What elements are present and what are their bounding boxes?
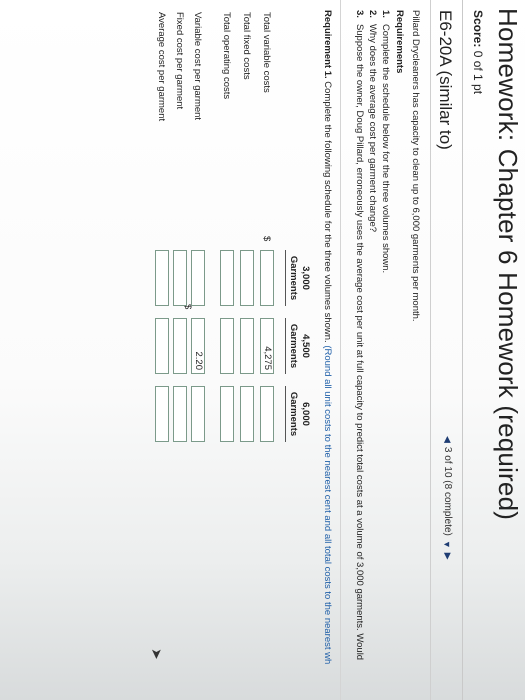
column-amount: 6,000 <box>300 402 311 426</box>
requirement-number: 2. <box>367 10 378 18</box>
input-variable-cost-per-garment-6000[interactable] <box>191 386 205 442</box>
next-question-icon[interactable]: ▶ <box>442 553 453 560</box>
requirement-number: 1. <box>380 10 391 18</box>
score-label: Score: <box>471 10 485 48</box>
requirement-instruction: Requirement 1. Complete the following sc… <box>322 10 333 664</box>
problem-id: E6-20A (similar to) <box>436 10 455 150</box>
rounding-note: (Round all unit costs to the nearest cen… <box>322 345 333 665</box>
input-total-operating-costs-3000[interactable] <box>220 250 234 306</box>
column-header-3000: 3,000 Garments <box>285 250 311 306</box>
input-average-cost-per-garment-4500[interactable] <box>155 318 169 374</box>
input-fixed-cost-per-garment-6000[interactable] <box>173 386 187 442</box>
input-total-fixed-costs-6000[interactable] <box>240 386 254 442</box>
column-header-6000: 6,000 Garments <box>285 386 311 442</box>
currency-symbol: $ <box>261 236 272 242</box>
row-label-total-operating-costs: Total operating costs <box>221 12 232 100</box>
requirement-item: 2. Why does the average cost per garment … <box>366 10 379 660</box>
input-total-fixed-costs-4500[interactable] <box>240 318 254 374</box>
input-total-variable-costs-4500[interactable]: 4,275 <box>260 318 274 374</box>
column-amount: 3,000 <box>300 266 311 290</box>
input-average-cost-per-garment-3000[interactable] <box>155 250 169 306</box>
divider <box>340 0 341 700</box>
score-display: Score: 0 of 1 pt <box>471 10 485 94</box>
question-intro: Pillard Drycleaners has capacity to clea… <box>410 10 421 322</box>
score-value: 0 of 1 pt <box>471 50 485 95</box>
row-label-total-variable-costs: Total variable costs <box>261 12 272 93</box>
input-fixed-cost-per-garment-3000[interactable] <box>173 250 187 306</box>
homework-screen: Homework: Chapter 6 Homework (required) … <box>0 0 525 700</box>
requirement-text: Complete the schedule below for the thre… <box>380 23 391 274</box>
input-total-operating-costs-4500[interactable] <box>220 318 234 374</box>
instruction-text: Complete the following schedule for the … <box>322 78 333 346</box>
column-header-4500: 4,500 Garments <box>285 318 311 374</box>
requirements-heading: Requirements <box>394 10 405 74</box>
column-amount: 4,500 <box>300 334 311 358</box>
input-total-variable-costs-6000[interactable] <box>260 386 274 442</box>
requirement-number: 3. <box>354 10 365 18</box>
instruction-heading: Requirement 1. <box>322 10 333 79</box>
row-label-average-cost-per-garment: Average cost per garment <box>156 12 167 122</box>
question-dropdown-icon[interactable]: ▼ <box>443 540 453 549</box>
divider <box>430 0 431 700</box>
page-title: Homework: Chapter 6 Homework (required) <box>493 8 523 521</box>
question-navigator: ◀ 3 of 10 (8 complete) ▼ ▶ <box>442 436 453 560</box>
question-position[interactable]: 3 of 10 (8 complete) <box>442 447 453 536</box>
requirement-item: 3. Suppose the owner, Doug Pillard, erron… <box>353 10 366 660</box>
input-total-operating-costs-6000[interactable] <box>220 386 234 442</box>
mouse-pointer-icon: ➤ <box>149 648 165 660</box>
input-variable-cost-per-garment-4500[interactable]: 2.20 <box>191 318 205 374</box>
input-fixed-cost-per-garment-4500[interactable] <box>173 318 187 374</box>
input-variable-cost-per-garment-3000[interactable] <box>191 250 205 306</box>
input-total-variable-costs-3000[interactable] <box>260 250 274 306</box>
requirement-text: Why does the average cost per garment ch… <box>367 23 378 233</box>
requirements-list: 1. Complete the schedule below for the th… <box>353 10 392 660</box>
divider <box>462 0 463 700</box>
column-label: Garments <box>285 386 299 442</box>
requirement-item: 1. Complete the schedule below for the th… <box>379 10 392 660</box>
row-label-variable-cost-per-garment: Variable cost per garment <box>192 12 203 121</box>
input-average-cost-per-garment-6000[interactable] <box>155 386 169 442</box>
column-label: Garments <box>285 250 299 306</box>
input-total-fixed-costs-3000[interactable] <box>240 250 254 306</box>
column-label: Garments <box>285 318 299 374</box>
row-label-total-fixed-costs: Total fixed costs <box>241 12 252 80</box>
previous-question-icon[interactable]: ◀ <box>442 436 453 443</box>
row-label-fixed-cost-per-garment: Fixed cost per garment <box>174 12 185 110</box>
requirement-text: Suppose the owner, Doug Pillard, erroneo… <box>354 23 365 661</box>
